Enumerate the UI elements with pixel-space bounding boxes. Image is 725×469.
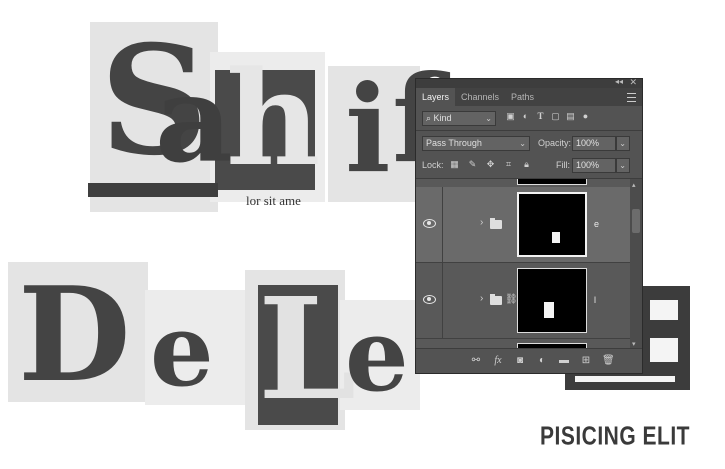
- opacity-field[interactable]: 100%: [572, 136, 616, 151]
- layers-scrollbar[interactable]: ▴ ▾: [630, 179, 642, 350]
- folder-icon: [490, 294, 502, 305]
- collapse-icon[interactable]: ◂◂: [615, 77, 623, 86]
- eye-icon: [423, 219, 436, 228]
- smart-object-filter-icon[interactable]: ▤: [564, 110, 577, 123]
- fill-value: 100%: [576, 160, 600, 170]
- filter-kind-label: Kind: [433, 113, 452, 123]
- letter-l: L: [258, 268, 357, 432]
- opacity-value: 100%: [576, 138, 600, 148]
- layer-name[interactable]: l: [594, 295, 596, 305]
- opacity-dropdown[interactable]: ⌄: [616, 136, 630, 151]
- expand-arrow-icon[interactable]: ›: [480, 293, 483, 304]
- expand-arrow-icon[interactable]: ›: [480, 217, 483, 228]
- scroll-up-icon[interactable]: ▴: [632, 181, 636, 189]
- layers-panel: ◂◂ ✕ Layers Channels Paths ⌕ Kind ⌄ ▣ ◐ …: [415, 77, 643, 374]
- fill-dropdown[interactable]: ⌄: [616, 158, 630, 173]
- letter-e-2: e: [345, 296, 409, 414]
- headline-text: PISICING ELIT: [540, 422, 691, 451]
- search-icon: ⌕: [426, 113, 434, 123]
- block-glyph-inner: [650, 338, 678, 362]
- lock-all-icon[interactable]: 🔒︎: [520, 158, 533, 171]
- layer-row[interactable]: › ⛓︎ l: [416, 263, 632, 339]
- letter-h: h: [226, 42, 321, 195]
- lock-artboard-icon[interactable]: ⌗: [502, 158, 515, 171]
- link-icon[interactable]: ⚯: [470, 355, 482, 366]
- divider: [416, 130, 642, 131]
- pixel-filter-icon[interactable]: ▣: [504, 110, 517, 123]
- blend-mode-select[interactable]: Pass Through ⌄: [422, 136, 530, 151]
- fx-icon[interactable]: fx: [492, 355, 504, 366]
- chevron-down-icon: ⌄: [619, 139, 626, 148]
- layer-row[interactable]: › e: [416, 187, 632, 263]
- panel-titlebar: ◂◂ ✕: [416, 77, 642, 88]
- chevron-down-icon: ⌄: [519, 139, 526, 148]
- visibility-toggle[interactable]: [416, 187, 443, 262]
- tab-paths[interactable]: Paths: [505, 88, 540, 106]
- block-glyph-inner: [650, 300, 678, 320]
- layer-mask-thumbnail[interactable]: [517, 268, 587, 333]
- visibility-toggle[interactable]: [416, 263, 443, 338]
- lock-position-icon[interactable]: ✥: [484, 158, 497, 171]
- lorem-text: lor sit ame: [246, 193, 301, 208]
- blend-row: Pass Through ⌄ Opacity: 100% ⌄: [416, 133, 642, 155]
- filter-toggle-icon[interactable]: ●: [579, 110, 592, 123]
- scroll-thumb[interactable]: [632, 209, 640, 233]
- letter-e: e: [150, 291, 214, 409]
- chevron-down-icon: ⌄: [485, 114, 492, 123]
- layer-name[interactable]: e: [594, 219, 599, 229]
- scroll-down-icon[interactable]: ▾: [632, 340, 636, 348]
- tab-channels[interactable]: Channels: [455, 88, 505, 106]
- panel-bottom-toolbar: ⚯ fx ◙ ◐ ▬ ⊞ 🗑︎: [416, 348, 642, 373]
- blend-mode-label: Pass Through: [426, 138, 482, 148]
- link-icon[interactable]: ⛓︎: [505, 294, 518, 305]
- panel-menu-icon[interactable]: [627, 93, 636, 102]
- chevron-down-icon: ⌄: [619, 161, 626, 170]
- letter-d: D: [18, 258, 131, 411]
- add-mask-icon[interactable]: ◙: [514, 355, 526, 366]
- panel-tabs: Layers Channels Paths: [416, 88, 642, 106]
- new-layer-icon[interactable]: ⊞: [580, 355, 592, 366]
- lock-row: Lock: ▦ ✎ ✥ ⌗ 🔒︎ Fill: 100% ⌄: [416, 155, 642, 177]
- tab-layers[interactable]: Layers: [416, 88, 456, 106]
- fill-field[interactable]: 100%: [572, 158, 616, 173]
- lock-label: Lock:: [422, 160, 444, 170]
- shape-filter-icon[interactable]: ▢: [549, 110, 562, 123]
- folder-icon: [490, 218, 502, 229]
- block-glyph-inner: [575, 376, 675, 382]
- filter-row: ⌕ Kind ⌄ ▣ ◐ T ▢ ▤ ●: [416, 107, 642, 129]
- rule-bar: [88, 183, 218, 197]
- layer-mask-thumbnail[interactable]: [517, 192, 587, 257]
- lock-brush-icon[interactable]: ✎: [466, 158, 479, 171]
- trash-icon[interactable]: 🗑︎: [602, 355, 615, 366]
- adjustment-icon[interactable]: ◐: [536, 355, 548, 366]
- type-filter-icon[interactable]: T: [534, 110, 547, 123]
- layer-mask-thumbnail: [517, 179, 587, 185]
- group-folder-icon[interactable]: ▬: [558, 355, 570, 366]
- mask-shape: [552, 232, 560, 243]
- eye-icon: [423, 295, 436, 304]
- filter-kind-select[interactable]: ⌕ Kind ⌄: [422, 111, 496, 126]
- opacity-label: Opacity:: [538, 138, 572, 148]
- fill-label: Fill:: [556, 160, 570, 170]
- lock-transparent-icon[interactable]: ▦: [448, 158, 461, 171]
- letter-i: i: [345, 59, 391, 200]
- adjustment-filter-icon[interactable]: ◐: [519, 110, 532, 123]
- close-icon[interactable]: ✕: [629, 77, 637, 88]
- letter-a: a: [155, 49, 233, 190]
- mask-shape: [544, 302, 554, 318]
